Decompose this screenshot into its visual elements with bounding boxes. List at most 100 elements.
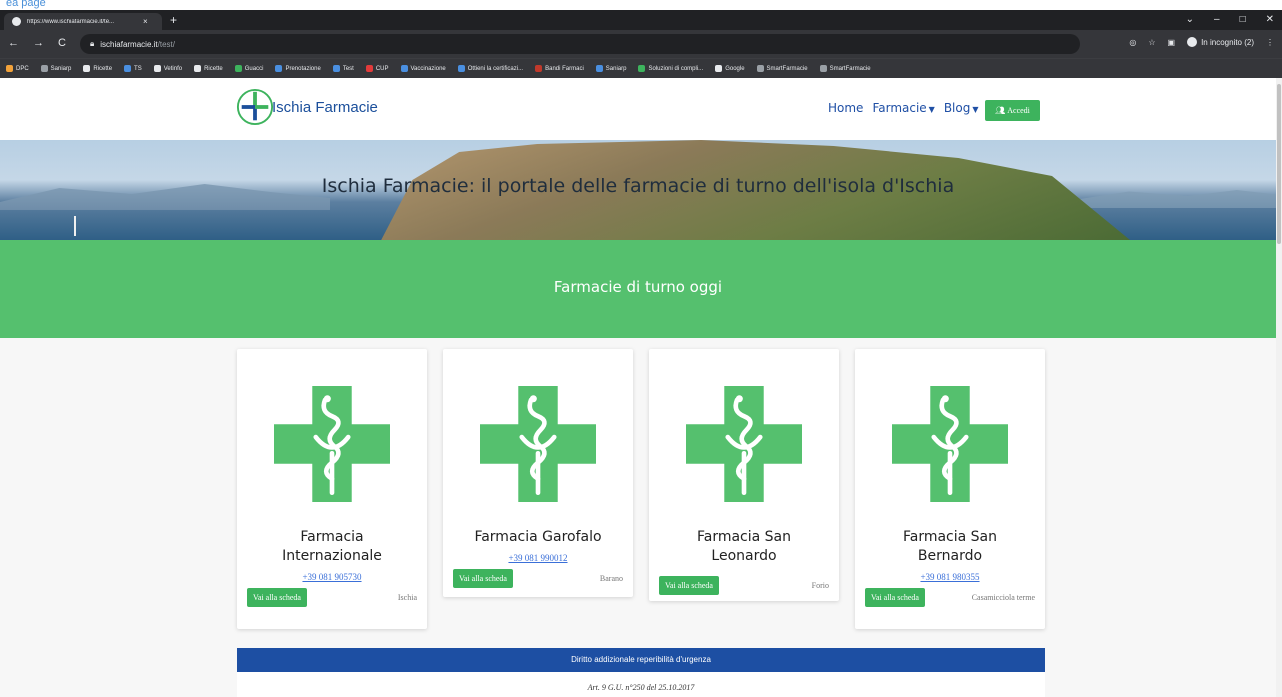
- bookmark-icon: [365, 65, 373, 72]
- hero-title: Ischia Farmacie: il portale delle farmac…: [321, 175, 955, 197]
- bookmark-label: Test: [342, 65, 354, 72]
- pharmacy-name[interactable]: Farmacia San Bernardo: [855, 528, 1045, 566]
- pharmacy-location: Barano: [599, 574, 623, 583]
- bookmark-item[interactable]: SmartFarmacie: [756, 65, 808, 72]
- login-button[interactable]: 👥︎ Accedi: [985, 100, 1040, 121]
- pharmacy-name[interactable]: Farmacia Internazionale: [237, 528, 427, 566]
- bookmarks-bar: DPC Saniarp Ricette TS Vetinfo Ricette Guacci P…: [0, 58, 1282, 78]
- bookmark-item[interactable]: Google: [715, 65, 745, 72]
- bookmark-item[interactable]: Saniarp: [595, 65, 627, 72]
- bookmark-label: Ricette: [93, 65, 113, 72]
- pharmacy-name[interactable]: Farmacia Garofalo: [443, 528, 633, 547]
- url-text: ischiafarmacie.it/test/: [100, 40, 175, 49]
- bookmark-icon: [715, 65, 723, 72]
- page-scrollbar[interactable]: [1276, 78, 1282, 697]
- eye-off-icon[interactable]: ◎: [1129, 38, 1136, 47]
- chevron-down-icon: ▼: [928, 105, 935, 114]
- bookmark-item[interactable]: Ricette: [194, 65, 223, 72]
- bookmark-icon: [275, 65, 283, 72]
- bookmark-icon: [756, 65, 764, 72]
- tab-close-icon[interactable]: ×: [143, 17, 148, 26]
- pharmacy-card: Farmacia San Bernardo +39 081 980355 Vai a…: [855, 349, 1045, 629]
- incognito-indicator[interactable]: In incognito (2): [1187, 37, 1254, 47]
- bookmark-label: Saniarp: [605, 65, 627, 72]
- caption-text: ea page: [6, 0, 46, 9]
- bookmark-item[interactable]: Bandi Farmaci: [535, 65, 584, 72]
- bookmark-icon: [40, 65, 48, 72]
- view-details-button[interactable]: Vai alla scheda: [247, 588, 307, 607]
- bookmark-item[interactable]: Guacci: [234, 65, 263, 72]
- bookmark-icon: [153, 65, 161, 72]
- bookmark-item[interactable]: SmartFarmacie: [819, 65, 871, 72]
- globe-icon: [12, 17, 21, 26]
- bookmark-icon: [332, 65, 340, 72]
- incognito-label: In incognito (2): [1201, 37, 1254, 47]
- star-icon[interactable]: ☆: [1148, 38, 1155, 47]
- bookmark-label: SmartFarmacie: [829, 65, 871, 72]
- menu-home[interactable]: Home: [828, 101, 863, 115]
- menu-farmacie[interactable]: Farmacie ▼: [872, 101, 934, 115]
- bookmark-item[interactable]: CUP: [365, 65, 389, 72]
- bookmark-label: DPC: [16, 65, 29, 72]
- maximize-button[interactable]: □: [1240, 14, 1246, 25]
- pharmacy-phone-link[interactable]: +39 081 990012: [443, 553, 633, 563]
- address-bar[interactable]: 🔒︎ ischiafarmacie.it/test/: [80, 34, 1080, 54]
- sailboat: [74, 216, 76, 236]
- pharmacy-phone-link[interactable]: +39 081 905730: [237, 572, 427, 582]
- chevron-down-icon: ▼: [972, 105, 979, 114]
- menu-icon[interactable]: ⋮: [1266, 38, 1274, 47]
- scrollbar-thumb[interactable]: [1277, 84, 1281, 244]
- bookmark-item[interactable]: Vaccinazione: [400, 65, 446, 72]
- view-details-button[interactable]: Vai alla scheda: [865, 588, 925, 607]
- menu-blog[interactable]: Blog ▼: [944, 101, 979, 115]
- bookmark-item[interactable]: Ottieni la certificazi...: [457, 65, 523, 72]
- bookmark-item[interactable]: Ricette: [83, 65, 112, 72]
- pharmacy-cross-icon: [480, 386, 596, 502]
- bookmark-item[interactable]: TS: [124, 65, 142, 72]
- bookmark-item[interactable]: Saniarp: [40, 65, 72, 72]
- bookmark-icon: [234, 65, 242, 72]
- logo-text: Ischia Farmacie: [272, 98, 378, 116]
- browser-chrome: https://www.ischiafarmacie.it/te... × + …: [0, 10, 1282, 78]
- bookmark-item[interactable]: Prenotazione: [275, 65, 321, 72]
- notice-header: Diritto addizionale reperibilità d'urgen…: [237, 648, 1045, 672]
- logo-cross-icon: [236, 88, 274, 126]
- bookmark-item[interactable]: Vetinfo: [153, 65, 182, 72]
- bookmark-label: Saniarp: [50, 65, 72, 72]
- web-page: Ischia Farmacie Home Farmacie ▼ Blog ▼ 👥︎ …: [0, 78, 1276, 697]
- bookmark-icon: [595, 65, 603, 72]
- tab-search-icon[interactable]: ⌄: [1186, 14, 1194, 25]
- login-label: Accedi: [1007, 106, 1030, 115]
- pharmacy-phone-link[interactable]: +39 081 980355: [855, 572, 1045, 582]
- pharmacy-cross-icon: [686, 386, 802, 502]
- view-details-button[interactable]: Vai alla scheda: [659, 576, 719, 595]
- bookmark-label: Google: [725, 65, 745, 72]
- bookmark-item[interactable]: DPC: [6, 65, 29, 72]
- close-window-button[interactable]: ✕: [1266, 14, 1274, 25]
- browser-tab[interactable]: https://www.ischiafarmacie.it/te... ×: [4, 13, 162, 30]
- bookmark-label: Vaccinazione: [410, 65, 446, 72]
- new-tab-button[interactable]: +: [170, 13, 177, 27]
- notice-subtitle: Art. 9 G.U. n°250 del 25.10.2017: [587, 683, 695, 692]
- back-button[interactable]: ←: [8, 37, 19, 49]
- bookmark-item[interactable]: Soluzioni di compli...: [638, 65, 703, 72]
- bookmark-icon: [124, 65, 132, 72]
- pharmacy-card: Farmacia Internazionale +39 081 905730 Vai…: [237, 349, 427, 629]
- tab-bar: https://www.ischiafarmacie.it/te... × + …: [0, 10, 1282, 30]
- site-logo[interactable]: Ischia Farmacie: [236, 88, 378, 126]
- pharmacy-name[interactable]: Farmacia San Leonardo: [649, 528, 839, 566]
- bookmark-item[interactable]: Test: [332, 65, 354, 72]
- pharmacy-cross-icon: [892, 386, 1008, 502]
- incognito-icon: [1187, 37, 1198, 47]
- forward-button[interactable]: →: [33, 37, 44, 49]
- pharmacy-location: Forio: [811, 581, 829, 590]
- bookmark-label: TS: [134, 65, 142, 72]
- bookmark-label: Soluzioni di compli...: [648, 65, 704, 72]
- minimize-button[interactable]: –: [1214, 14, 1220, 25]
- reload-button[interactable]: C: [58, 37, 66, 49]
- view-details-button[interactable]: Vai alla scheda: [453, 569, 513, 588]
- lock-icon: 🔒︎: [90, 39, 95, 48]
- menu-blog-label: Blog: [943, 101, 971, 115]
- side-panel-icon[interactable]: ▣: [1168, 38, 1176, 47]
- green-band: Farmacie di turno oggi: [0, 240, 1276, 338]
